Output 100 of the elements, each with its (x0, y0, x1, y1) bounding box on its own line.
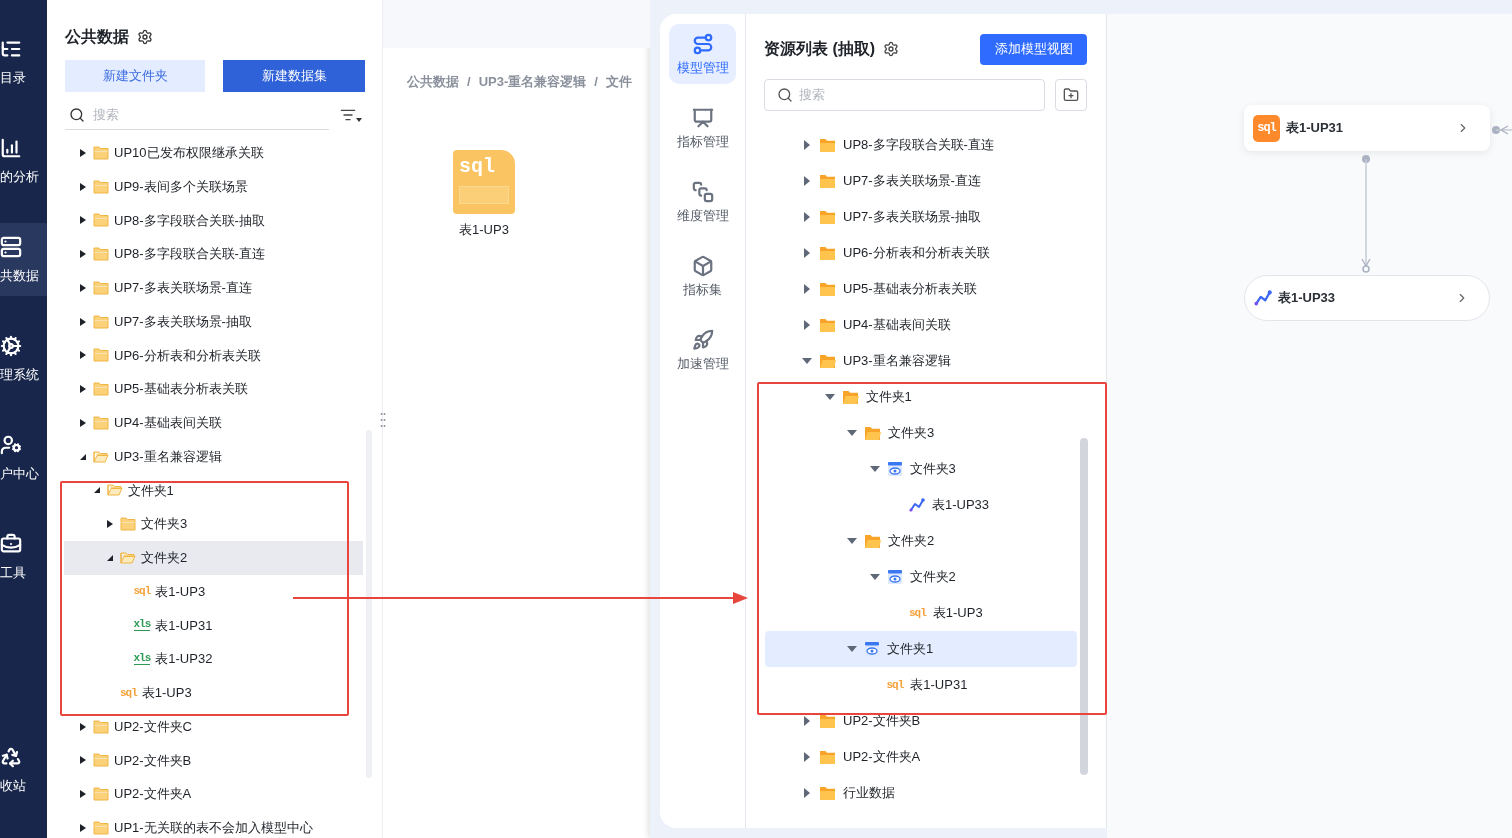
nav-item[interactable]: 共数据 (0, 223, 47, 296)
tree-item[interactable]: 文件夹1 (765, 379, 916, 415)
nav-item[interactable]: 理系统 (0, 322, 47, 395)
item-label: 文件夹2 (888, 532, 935, 551)
caret-icon[interactable] (79, 148, 87, 157)
tree-item[interactable]: UP2-文件夹B (64, 743, 196, 778)
tree-item[interactable]: UP3-重名兼容逻辑 (64, 439, 226, 474)
add-model-view-button[interactable]: 添加模型视图 (980, 33, 1087, 65)
tree-item[interactable]: UP7-多表关联场景-抽取 (765, 199, 985, 235)
caret-icon[interactable] (79, 722, 87, 731)
new-dataset-button[interactable]: 新建数据集 (223, 60, 365, 92)
scrollbar[interactable] (1080, 438, 1088, 775)
folder-icon (93, 787, 109, 802)
tree-item[interactable]: 文件夹2 (765, 523, 939, 559)
caret-icon[interactable] (79, 385, 87, 394)
tree-item[interactable]: UP2-文件夹C (64, 709, 196, 744)
tree-item[interactable]: UP8-多字段联合关联-抽取 (64, 203, 269, 238)
line-chart-icon (1254, 289, 1272, 307)
tree-item[interactable]: 文件夹1 (64, 473, 178, 508)
tree-item[interactable]: UP6-分析表和分析表关联 (64, 338, 265, 373)
tree-item[interactable]: sql 表1-UP3 (64, 676, 196, 710)
caret-icon[interactable] (79, 823, 87, 832)
item-label: UP10已发布权限继承关联 (114, 144, 264, 163)
nav-label: 的分析 (0, 168, 39, 185)
tree-item[interactable]: UP9-表间多个关联场景 (64, 169, 252, 204)
file-label[interactable]: 表1-UP3 (459, 219, 509, 239)
tree-item[interactable]: UP7-多表关联场景-直连 (64, 271, 256, 305)
nav-item[interactable]: 户中心 (0, 421, 47, 494)
sql-file-icon: sql (886, 676, 904, 694)
item-label: 文件夹1 (887, 640, 934, 659)
caret-icon[interactable] (79, 216, 87, 225)
nav-item[interactable]: 收站 (0, 733, 47, 806)
tree-item[interactable]: 表1-UP33 (765, 487, 994, 523)
tree-item[interactable]: UP4-基础表间关联 (64, 406, 226, 440)
bar-chart-icon (0, 136, 22, 159)
caret-icon[interactable] (79, 452, 87, 461)
nav-item[interactable]: 的分析 (0, 124, 47, 197)
caret-icon[interactable] (106, 520, 114, 529)
item-label: UP1-无关联的表不会加入模型中心 (114, 819, 313, 838)
tree-item[interactable]: UP10已发布权限继承关联 (64, 136, 268, 170)
caret-icon[interactable] (106, 553, 114, 562)
nav-item[interactable]: 加速管理 (669, 320, 736, 380)
caret-icon[interactable] (79, 351, 87, 360)
nav-item[interactable]: 模型管理 (669, 24, 736, 84)
nav-item[interactable]: 指标集 (669, 246, 736, 306)
caret-icon[interactable] (79, 250, 87, 259)
caret-icon[interactable] (79, 756, 87, 765)
caret-icon[interactable] (79, 317, 87, 326)
scrollbar[interactable] (366, 430, 372, 778)
tree-item[interactable]: UP3-重名兼容逻辑 (765, 343, 955, 379)
tree-item[interactable]: UP8-多字段联合关联-直连 (765, 127, 998, 163)
tree-item[interactable]: 行业数据 (765, 775, 899, 811)
tree-item[interactable]: 文件夹1 (765, 631, 1077, 667)
new-folder-button[interactable]: 新建文件夹 (65, 60, 205, 92)
tree-item[interactable]: xls 表1-UP31 (64, 608, 217, 643)
caret-icon[interactable] (79, 283, 87, 292)
filter-button[interactable] (340, 107, 362, 123)
new-folder-button[interactable] (1055, 79, 1087, 111)
connector-arrow (1491, 124, 1512, 136)
search-field[interactable]: 搜索 (764, 79, 1046, 111)
tree-item[interactable]: UP5-基础表分析表关联 (765, 271, 981, 307)
model-node[interactable]: sql 表1-UP31 (1244, 105, 1490, 151)
nav-item[interactable]: 工具 (0, 520, 47, 593)
folder-icon (819, 173, 836, 189)
tree-item[interactable]: UP4-基础表间关联 (765, 307, 955, 343)
tree-item[interactable]: sql 表1-UP3 (765, 595, 987, 631)
tree-item[interactable]: UP6-分析表和分析表关联 (765, 235, 994, 271)
tree-item[interactable]: UP1-无关联的表不会加入模型中心 (64, 811, 317, 838)
caret-icon[interactable] (79, 790, 87, 799)
caret-icon[interactable] (79, 182, 87, 191)
folder-icon (819, 749, 836, 765)
search-input[interactable]: 搜索 (93, 104, 293, 125)
tree-item[interactable]: UP5-基础表分析表关联 (64, 372, 252, 406)
tree-item[interactable]: UP8-多字段联合关联-直连 (64, 237, 269, 271)
drag-handle-icon[interactable] (380, 412, 386, 428)
tree-item[interactable]: xls 表1-UP32 (64, 642, 217, 676)
panel-title: 公共数据 (65, 27, 129, 47)
tree-item[interactable]: sql 表1-UP31 (765, 667, 972, 703)
folder-icon (819, 785, 836, 801)
tree-item[interactable]: sql 表1-UP3 (64, 574, 210, 609)
nav-item[interactable]: 目录 (0, 25, 47, 98)
settings-icon[interactable] (137, 29, 153, 45)
caret-icon[interactable] (92, 486, 101, 495)
tree-item[interactable]: 文件夹3 (765, 451, 960, 487)
nav-item[interactable]: 维度管理 (669, 172, 736, 232)
tree-item[interactable]: UP2-文件夹A (64, 777, 196, 811)
settings-icon[interactable] (883, 41, 900, 57)
tree-item[interactable]: UP7-多表关联场景-抽取 (64, 304, 256, 339)
tree-item[interactable]: UP2-文件夹A (765, 739, 925, 775)
tree-item[interactable]: 文件夹2 (765, 559, 960, 595)
search-input[interactable]: 搜索 (799, 85, 1019, 105)
tree-item[interactable]: UP2-文件夹B (765, 703, 925, 739)
model-node[interactable]: 表1-UP33 (1244, 275, 1490, 321)
tree-item[interactable]: 文件夹2 (64, 541, 363, 575)
caret-icon[interactable] (79, 418, 87, 427)
tree-item[interactable]: 文件夹3 (64, 507, 192, 541)
nav-item[interactable]: 指标管理 (669, 98, 736, 158)
tree-item[interactable]: UP7-多表关联场景-直连 (765, 163, 985, 199)
tree-item[interactable]: 文件夹3 (765, 415, 939, 451)
search-field[interactable]: 搜索 (65, 100, 329, 130)
